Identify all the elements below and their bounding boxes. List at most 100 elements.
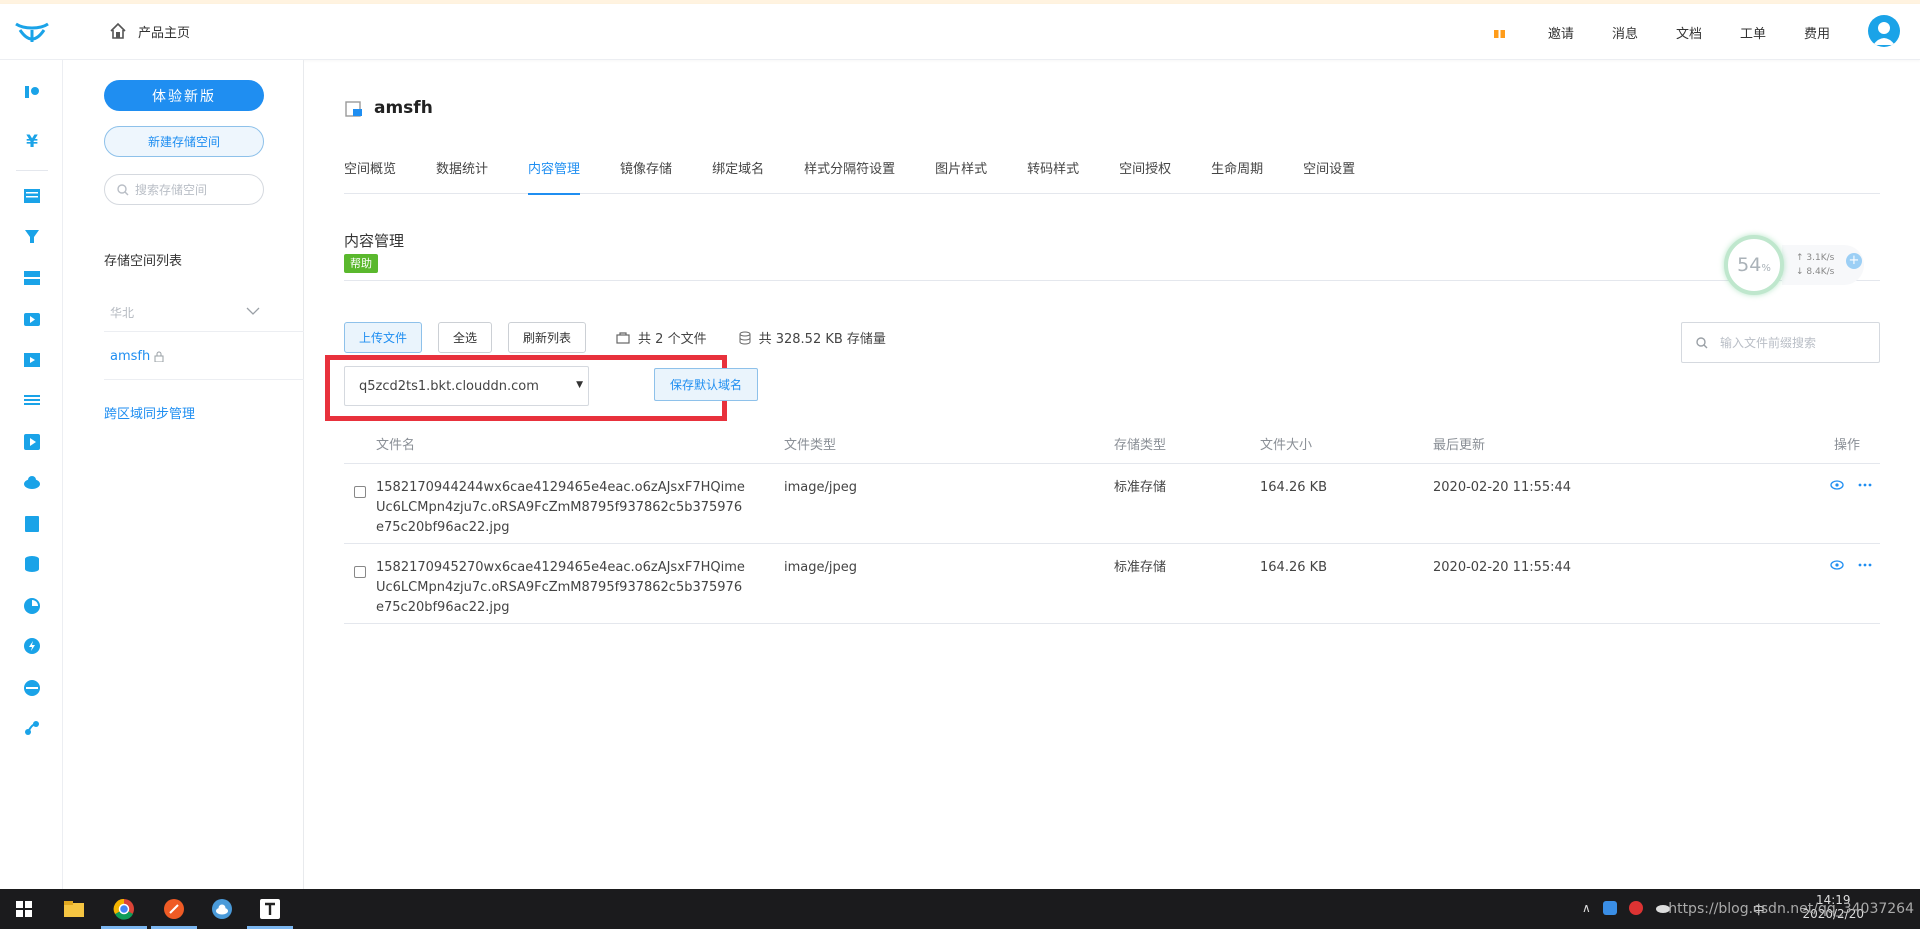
try-new-version-button[interactable]: 体验新版 xyxy=(104,80,264,111)
home-icon xyxy=(110,22,126,39)
billing-link[interactable]: 费用 xyxy=(1804,23,1830,42)
video-icon[interactable] xyxy=(22,350,42,370)
netease-icon[interactable] xyxy=(1628,901,1643,915)
live-icon[interactable] xyxy=(22,308,42,328)
row-checkbox[interactable] xyxy=(354,486,366,498)
finance-icon[interactable]: ¥ xyxy=(22,132,42,152)
chevron-up-icon[interactable]: ∧ xyxy=(1582,901,1591,918)
row-checkbox[interactable] xyxy=(354,566,366,578)
chrome-icon[interactable] xyxy=(110,895,138,923)
select-all-button[interactable]: 全选 xyxy=(438,322,493,353)
media-icon[interactable] xyxy=(22,432,42,452)
file-explorer-icon[interactable] xyxy=(60,895,88,923)
refresh-list-button[interactable]: 刷新列表 xyxy=(508,322,587,353)
cdn-icon[interactable] xyxy=(22,226,42,246)
file-name[interactable]: 1582170944244wx6cae4129465e4eac.o6zAJsxF… xyxy=(376,478,748,538)
storage-icon[interactable] xyxy=(22,268,42,288)
tab-content-management[interactable]: 内容管理 xyxy=(528,156,581,195)
tray-app-icon[interactable] xyxy=(1602,901,1617,915)
file-size: 164.26 KB xyxy=(1260,480,1328,495)
top-bar: 产品主页 邀请 消息 文档 工单 费用 xyxy=(0,4,1920,60)
tab-statistics[interactable]: 数据统计 xyxy=(436,156,488,194)
storage-total: 共 328.52 KB 存储量 xyxy=(739,328,886,347)
cross-region-sync-link[interactable]: 跨区域同步管理 xyxy=(104,403,195,422)
home-link[interactable]: 产品主页 xyxy=(108,21,190,41)
save-default-domain-button[interactable]: 保存默认域名 xyxy=(654,368,758,401)
file-prefix-search-input[interactable]: 输入文件前缀搜索 xyxy=(1681,322,1880,363)
default-domain-select[interactable]: q5zcd2ts1.bkt.clouddn.com ▼ xyxy=(344,366,589,406)
chevron-down-icon xyxy=(246,307,260,315)
col-storagetype[interactable]: 存储类型 xyxy=(1114,434,1166,453)
page-title: amsfh xyxy=(374,98,433,118)
col-filetype[interactable]: 文件类型 xyxy=(784,434,836,453)
region-select[interactable]: 华北 xyxy=(104,304,304,332)
bucket-sidebar: 体验新版 新建存储空间 搜索存储空间 存储空间列表 华北 amsfh 跨区域同步… xyxy=(63,60,304,889)
windows-start-icon[interactable] xyxy=(10,895,38,923)
tab-image-style[interactable]: 图片样式 xyxy=(935,156,987,194)
invite-link[interactable]: 邀请 xyxy=(1493,23,1574,42)
cloud-icon[interactable] xyxy=(22,472,42,492)
dashboard-icon[interactable] xyxy=(22,186,42,206)
bucket-item[interactable]: amsfh xyxy=(110,349,164,364)
typora-icon[interactable] xyxy=(256,895,284,923)
gift-icon xyxy=(1493,27,1505,38)
overview-icon[interactable] xyxy=(22,82,42,102)
postman-icon[interactable] xyxy=(160,895,188,923)
flash-icon[interactable] xyxy=(22,636,42,656)
user-avatar[interactable] xyxy=(1868,15,1900,47)
tickets-link[interactable]: 工单 xyxy=(1740,23,1766,42)
bucket-search-input[interactable]: 搜索存储空间 xyxy=(104,174,264,205)
settings-sliders-icon[interactable] xyxy=(22,390,42,410)
table-row: 1582170945270wx6cae4129465e4eac.o6zAJsxF… xyxy=(344,544,1880,624)
file-count: 共 2 个文件 xyxy=(616,328,707,347)
file-type: image/jpeg xyxy=(784,560,857,575)
messages-link[interactable]: 消息 xyxy=(1612,23,1638,42)
col-actions: 操作 xyxy=(1833,438,1860,453)
route-icon[interactable] xyxy=(22,718,42,738)
domain-select-value: q5zcd2ts1.bkt.clouddn.com xyxy=(359,378,539,394)
upload-speed: 3.1K/s xyxy=(1806,253,1835,263)
eye-icon[interactable] xyxy=(1830,480,1844,490)
row-actions xyxy=(1830,560,1872,570)
bucket-search-placeholder: 搜索存储空间 xyxy=(135,183,208,197)
tab-bucket-authorization[interactable]: 空间授权 xyxy=(1119,156,1171,194)
help-badge[interactable]: 帮助 xyxy=(344,254,378,273)
search-icon xyxy=(117,183,129,195)
cloud-app-icon[interactable] xyxy=(208,895,236,923)
more-icon[interactable] xyxy=(1858,560,1872,570)
file-search-placeholder: 输入文件前缀搜索 xyxy=(1720,336,1817,350)
caret-down-icon: ▼ xyxy=(576,380,583,390)
col-updated[interactable]: 最后更新 xyxy=(1433,434,1485,453)
analytics-icon[interactable] xyxy=(22,596,42,616)
windows-taskbar: ∧ 中 14:19 2020/2/20 https://blog.csdn.ne… xyxy=(0,889,1920,929)
top-nav: 邀请 消息 文档 工单 费用 xyxy=(1455,23,1830,42)
section-title: 内容管理 xyxy=(344,232,405,250)
updated-time: 2020-02-20 11:55:44 xyxy=(1433,560,1572,575)
file-name[interactable]: 1582170945270wx6cae4129465e4eac.o6zAJsxF… xyxy=(376,558,748,618)
upload-file-button[interactable]: 上传文件 xyxy=(344,322,423,353)
tab-lifecycle[interactable]: 生命周期 xyxy=(1211,156,1263,194)
network-speed-widget[interactable]: ↑ 3.1K/s ↓ 8.4K/s + 54% xyxy=(1724,235,1874,301)
tab-mirror-storage[interactable]: 镜像存储 xyxy=(620,156,672,194)
col-filename[interactable]: 文件名 xyxy=(376,434,415,453)
bucket-list-title: 存储空间列表 xyxy=(104,254,183,269)
tab-bind-domain[interactable]: 绑定域名 xyxy=(712,156,764,194)
more-icon[interactable] xyxy=(1858,480,1872,490)
document-icon[interactable] xyxy=(22,514,42,534)
tab-bucket-settings[interactable]: 空间设置 xyxy=(1303,156,1355,194)
plus-icon[interactable]: + xyxy=(1846,253,1862,269)
section-divider xyxy=(344,280,1880,281)
network-icon[interactable] xyxy=(22,678,42,698)
tab-transcode-style[interactable]: 转码样式 xyxy=(1027,156,1079,194)
database-icon[interactable] xyxy=(22,554,42,574)
create-bucket-button[interactable]: 新建存储空间 xyxy=(104,126,264,157)
database-small-icon xyxy=(739,331,751,344)
tab-overview[interactable]: 空间概览 xyxy=(344,156,396,194)
region-label: 华北 xyxy=(110,306,135,320)
docs-link[interactable]: 文档 xyxy=(1676,23,1702,42)
col-filesize[interactable]: 文件大小 xyxy=(1260,434,1312,453)
qiniu-logo-icon[interactable] xyxy=(12,18,52,48)
storage-type: 标准存储 xyxy=(1114,480,1167,495)
eye-icon[interactable] xyxy=(1830,560,1844,570)
tab-style-separator[interactable]: 样式分隔符设置 xyxy=(804,156,895,194)
